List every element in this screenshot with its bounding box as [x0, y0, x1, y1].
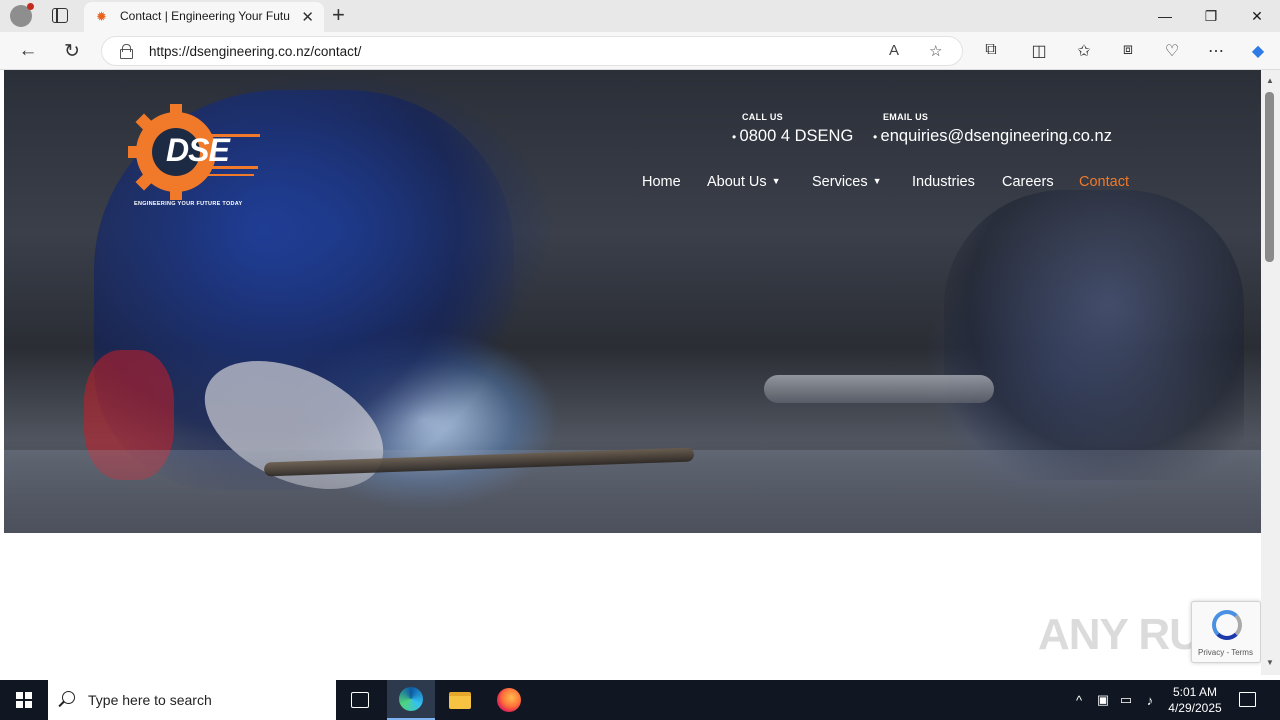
chevron-down-icon: ▼ [872, 176, 882, 186]
restore-button[interactable]: ❐ [1188, 0, 1234, 32]
nav-about-us-label: About Us [707, 174, 767, 190]
tab-close-icon[interactable]: ✕ [301, 8, 314, 26]
start-button[interactable] [0, 680, 48, 720]
more-options-icon[interactable]: ⋯ [1205, 41, 1227, 61]
extensions-icon[interactable]: ⧉ [980, 41, 1002, 59]
address-bar[interactable]: https://dsengineering.co.nz/contact/ A ☆ [101, 36, 963, 66]
scroll-down-arrow-icon[interactable]: ▼ [1266, 658, 1274, 667]
search-icon [62, 691, 75, 704]
hero-background-worker [944, 190, 1244, 480]
windows-taskbar: Type here to search ^ ▣ ▭ ♪ 5:01 AM 4/29… [0, 680, 1280, 720]
minimize-button[interactable]: — [1142, 0, 1188, 32]
volume-icon[interactable]: ♪ [1141, 680, 1159, 720]
close-window-button[interactable]: ✕ [1234, 0, 1280, 32]
email-us-block: EMAIL US enquiries@dsengineering.co.nz [873, 112, 1112, 146]
copilot-icon[interactable]: ◆ [1247, 41, 1269, 61]
favorites-icon[interactable]: ✩ [1073, 41, 1095, 61]
url-text[interactable]: https://dsengineering.co.nz/contact/ [149, 44, 361, 59]
firefox-icon [497, 688, 521, 712]
collections-icon[interactable]: ⧈ [1117, 41, 1139, 59]
nav-services-label: Services [812, 174, 868, 190]
tab-actions-icon[interactable] [52, 8, 68, 23]
call-us-block: CALL US 0800 4 DSENG [732, 112, 854, 146]
nav-home[interactable]: Home [642, 174, 681, 190]
main-navigation: Home About Us ▼ Services ▼ Industries Care… [4, 174, 1261, 194]
call-us-label: CALL US [742, 112, 783, 122]
hero-steel-pipe [764, 375, 994, 403]
task-view-button[interactable] [336, 680, 384, 720]
meet-now-icon[interactable]: ▣ [1094, 680, 1112, 720]
tab-title: Contact | Engineering Your Futur [120, 9, 290, 23]
gear-favicon-icon: ✹ [96, 9, 107, 24]
call-us-number[interactable]: 0800 4 DSENG [732, 127, 854, 146]
clock-date: 4/29/2025 [1168, 701, 1222, 715]
page-viewport: DSE ENGINEERING YOUR FUTURE TODAY CALL U… [4, 70, 1261, 675]
logo-tagline: ENGINEERING YOUR FUTURE TODAY [134, 201, 243, 207]
chevron-down-icon: ▼ [771, 176, 781, 186]
browser-toolbar: ← ↻ https://dsengineering.co.nz/contact/… [0, 32, 1280, 70]
browser-tab-contact[interactable]: ✹ Contact | Engineering Your Futur ✕ [84, 2, 324, 32]
folder-icon [449, 691, 471, 709]
task-view-icon [351, 692, 369, 708]
taskbar-firefox[interactable] [485, 680, 533, 720]
scroll-up-arrow-icon[interactable]: ▲ [1266, 76, 1274, 85]
nav-services[interactable]: Services ▼ [812, 174, 882, 190]
nav-contact[interactable]: Contact [1079, 174, 1129, 190]
lock-icon[interactable] [120, 44, 133, 59]
refresh-icon[interactable]: ↻ [59, 39, 85, 63]
recaptcha-links[interactable]: Privacy - Terms [1198, 648, 1253, 657]
recaptcha-badge[interactable]: Privacy - Terms [1191, 601, 1261, 663]
clock-time: 5:01 AM [1172, 685, 1218, 699]
notifications-icon[interactable] [1239, 692, 1256, 707]
email-us-address[interactable]: enquiries@dsengineering.co.nz [873, 127, 1112, 146]
favorite-star-icon[interactable]: ☆ [929, 42, 942, 60]
search-placeholder: Type here to search [88, 692, 212, 708]
new-tab-button[interactable]: + [332, 4, 345, 26]
profile-avatar-icon[interactable] [10, 3, 34, 27]
split-screen-icon[interactable]: ◫ [1028, 41, 1050, 61]
back-arrow-icon[interactable]: ← [15, 39, 41, 63]
nav-careers[interactable]: Careers [1002, 174, 1054, 190]
read-aloud-icon[interactable]: A [889, 42, 899, 59]
edge-icon [399, 687, 423, 711]
taskbar-search[interactable]: Type here to search [48, 680, 336, 720]
scrollbar-thumb[interactable] [1265, 92, 1274, 262]
email-us-label: EMAIL US [883, 112, 929, 122]
recaptcha-icon [1212, 610, 1242, 640]
page-scrollbar[interactable]: ▲ ▼ [1261, 70, 1280, 675]
taskbar-file-explorer[interactable] [436, 680, 484, 720]
show-hidden-icons-chevron-icon[interactable]: ^ [1070, 680, 1088, 720]
logo-text: DSE [166, 132, 230, 168]
windows-logo-icon [16, 692, 32, 708]
taskbar-edge[interactable] [387, 680, 435, 720]
browser-titlebar: ✹ Contact | Engineering Your Futur ✕ + —… [0, 0, 1280, 32]
nav-about-us[interactable]: About Us ▼ [707, 174, 781, 190]
network-icon[interactable]: ▭ [1117, 680, 1135, 720]
nav-industries[interactable]: Industries [912, 174, 975, 190]
browser-essentials-icon[interactable]: ♡ [1161, 41, 1183, 61]
taskbar-clock[interactable]: 5:01 AM 4/29/2025 [1160, 684, 1230, 716]
